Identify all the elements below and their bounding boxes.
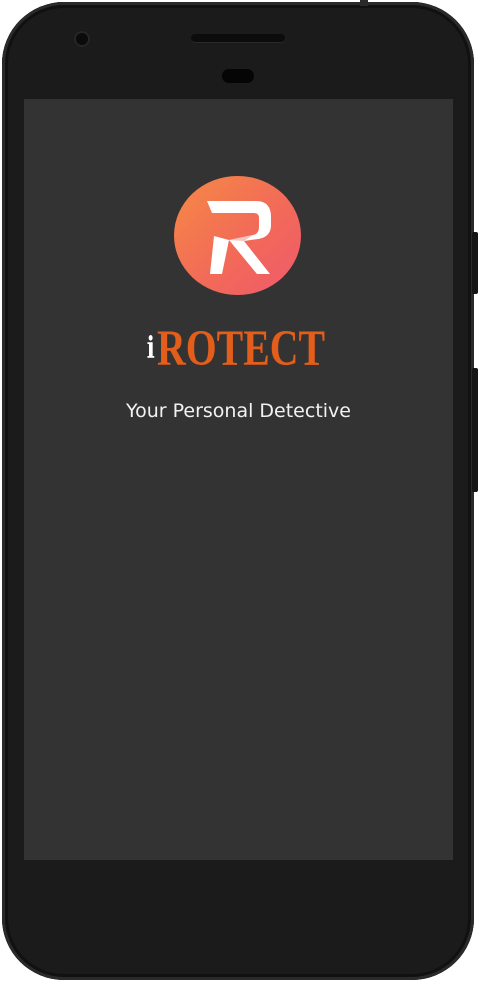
- tagline: Your Personal Detective: [126, 400, 351, 422]
- volume-button: [472, 368, 478, 492]
- brand-wordmark: ROTECT: [156, 321, 325, 377]
- top-nub: [360, 0, 368, 6]
- app-brand-name: iROTECT: [24, 321, 453, 377]
- proximity-sensor: [222, 69, 254, 83]
- power-button: [472, 232, 478, 294]
- splash-screen: iROTECT Your Personal Detective: [24, 99, 453, 860]
- r-logo-glyph: [207, 201, 271, 274]
- r-monogram-icon: [174, 176, 301, 295]
- earpiece-speaker: [191, 34, 285, 42]
- detective-i-icon: i: [146, 331, 155, 366]
- phone-device-frame: iROTECT Your Personal Detective: [0, 0, 480, 990]
- front-camera-icon: [76, 33, 88, 45]
